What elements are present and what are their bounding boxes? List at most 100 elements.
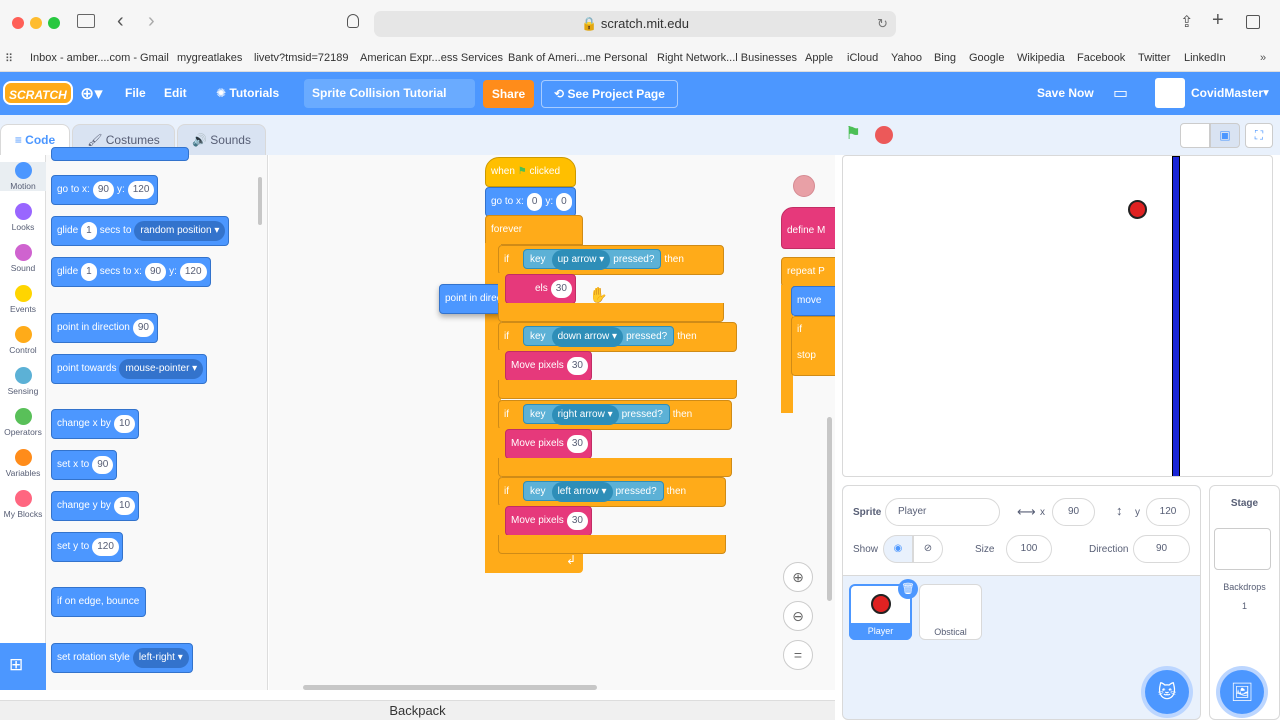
- block-input[interactable]: 0: [526, 193, 543, 211]
- key-dropdown[interactable]: down arrow ▾: [551, 327, 624, 347]
- bookmark-item[interactable]: Bing: [934, 52, 956, 64]
- username-menu[interactable]: CovidMaster: [1191, 72, 1263, 115]
- when-flag-clicked-block[interactable]: when ⚑ clicked: [485, 157, 576, 187]
- palette-bounce[interactable]: if on edge, bounce: [51, 587, 147, 617]
- move-pixels-block[interactable]: Move pixels 30: [505, 506, 592, 536]
- tutorials-button[interactable]: ✺ Tutorials: [216, 72, 279, 115]
- fullscreen-icon[interactable]: ⛶: [1245, 123, 1273, 148]
- user-avatar[interactable]: [1155, 78, 1185, 108]
- key-pressed-sensor[interactable]: key up arrow ▾ pressed?: [523, 249, 662, 270]
- block-input[interactable]: 120: [179, 263, 207, 281]
- category-sensing[interactable]: Sensing: [0, 367, 46, 396]
- maximize-window-button[interactable]: [48, 17, 60, 29]
- palette-glide-xy[interactable]: glide 1 secs to x: 90 y: 120: [51, 257, 211, 287]
- bookmark-item[interactable]: Wikipedia: [1017, 52, 1065, 64]
- key-pressed-sensor[interactable]: key down arrow ▾ pressed?: [523, 326, 675, 347]
- size-input[interactable]: 100: [1006, 535, 1052, 563]
- bookmark-item[interactable]: Right Network...l Businesses: [657, 52, 797, 64]
- player-sprite[interactable]: [1128, 200, 1147, 219]
- direction-input[interactable]: 90: [1133, 535, 1190, 563]
- bookmark-item[interactable]: LinkedIn: [1184, 52, 1226, 64]
- move-pixels-block[interactable]: Move pixels 30: [505, 351, 592, 381]
- if-key-pressed-block[interactable]: if key right arrow ▾ pressed? then: [498, 400, 732, 430]
- y-input[interactable]: 120: [1146, 498, 1190, 526]
- edit-menu[interactable]: Edit: [164, 72, 187, 115]
- backpack-bar[interactable]: Backpack: [0, 700, 835, 720]
- privacy-shield-icon[interactable]: [347, 14, 359, 28]
- share-button[interactable]: Share: [483, 80, 534, 108]
- define-block[interactable]: define M: [781, 207, 835, 249]
- category-looks[interactable]: Looks: [0, 203, 46, 232]
- block-input[interactable]: 1: [81, 263, 97, 281]
- if-key-pressed-block[interactable]: if key left arrow ▾ pressed? then: [498, 477, 726, 507]
- category-control[interactable]: Control: [0, 326, 46, 355]
- palette-scrollbar[interactable]: [258, 177, 262, 225]
- sprite-tile-obstical[interactable]: Obstical: [919, 584, 982, 640]
- forward-icon[interactable]: ›: [148, 10, 155, 33]
- block-input[interactable]: 30: [566, 357, 588, 375]
- bookmark-item[interactable]: Inbox - amber....com - Gmail: [30, 52, 169, 64]
- if-block-partial[interactable]: if stop: [791, 316, 835, 376]
- stage-canvas[interactable]: [842, 155, 1273, 477]
- block-input[interactable]: 10: [113, 497, 136, 515]
- if-key-pressed-block[interactable]: if key down arrow ▾ pressed? then: [498, 322, 737, 352]
- language-globe-icon[interactable]: ⊕▾: [80, 72, 103, 115]
- bookmark-item[interactable]: iCloud: [847, 52, 878, 64]
- tab-sounds[interactable]: 🔊 Sounds: [177, 124, 266, 155]
- grid-icon[interactable]: ⠿: [5, 52, 13, 65]
- block-input[interactable]: 1: [81, 222, 97, 240]
- bookmark-item[interactable]: Twitter: [1138, 52, 1170, 64]
- rotation-style-dropdown[interactable]: left-right ▾: [132, 648, 189, 668]
- share-icon[interactable]: ⇪: [1180, 12, 1193, 32]
- key-dropdown[interactable]: left arrow ▾: [551, 482, 613, 502]
- move-pixels-block[interactable]: els 30: [505, 274, 576, 304]
- x-input[interactable]: 90: [1052, 498, 1095, 526]
- block-input[interactable]: 90: [132, 319, 154, 337]
- add-extension-button[interactable]: ⊞: [0, 643, 46, 690]
- delete-sprite-trash-icon[interactable]: 🗑: [898, 579, 918, 599]
- zoom-in-button[interactable]: ⊕: [783, 562, 813, 592]
- code-workspace[interactable]: when ⚑ clicked go to x: 0 y: 0 forever ↲ po…: [269, 155, 835, 690]
- choose-backdrop-button[interactable]: 🖼: [1220, 670, 1264, 714]
- palette-goto-xy[interactable]: go to x: 90 y: 120: [51, 175, 159, 205]
- tab-overview-icon[interactable]: [1246, 15, 1260, 29]
- bookmark-item[interactable]: Apple: [805, 52, 833, 64]
- forever-block[interactable]: forever: [485, 215, 583, 245]
- block-input[interactable]: 30: [566, 512, 588, 530]
- workspace-horizontal-scrollbar[interactable]: [303, 685, 597, 690]
- block-input[interactable]: 10: [113, 415, 136, 433]
- back-icon[interactable]: ‹: [117, 10, 124, 33]
- if-key-pressed-block[interactable]: if key up arrow ▾ pressed? then: [498, 245, 724, 275]
- sprite-tile-player[interactable]: Player 🗑: [849, 579, 918, 640]
- key-dropdown[interactable]: right arrow ▾: [551, 405, 619, 425]
- palette-point-direction[interactable]: point in direction 90: [51, 313, 158, 343]
- category-my-blocks[interactable]: My Blocks: [0, 490, 46, 519]
- bookmark-item[interactable]: livetv?tmsid=72189: [254, 52, 348, 64]
- address-bar[interactable]: 🔒 scratch.mit.edu ↻: [374, 11, 896, 37]
- bookmark-item[interactable]: Yahoo: [891, 52, 922, 64]
- block-input[interactable]: 90: [92, 456, 114, 474]
- palette-glide-random[interactable]: glide 1 secs to random position ▾: [51, 216, 230, 246]
- key-dropdown[interactable]: up arrow ▾: [551, 250, 611, 270]
- key-pressed-sensor[interactable]: key right arrow ▾ pressed?: [523, 404, 670, 425]
- move-block-partial[interactable]: move: [791, 286, 835, 316]
- close-window-button[interactable]: [12, 17, 24, 29]
- block-input[interactable]: 30: [566, 435, 588, 453]
- reload-icon[interactable]: ↻: [877, 11, 888, 37]
- block-input[interactable]: 90: [144, 263, 167, 281]
- bookmark-item[interactable]: mygreatlakes: [177, 52, 242, 64]
- palette-set-x[interactable]: set x to 90: [51, 450, 118, 480]
- see-project-page-button[interactable]: ⟲ See Project Page: [541, 80, 678, 108]
- small-stage-button[interactable]: [1180, 123, 1210, 148]
- bookmark-item[interactable]: Facebook: [1077, 52, 1125, 64]
- category-operators[interactable]: Operators: [0, 408, 46, 437]
- show-visible-button[interactable]: ◉: [883, 535, 913, 563]
- stage-target-pane[interactable]: Stage Backdrops 1 🖼: [1209, 485, 1280, 720]
- file-menu[interactable]: File: [125, 72, 146, 115]
- minimize-window-button[interactable]: [30, 17, 42, 29]
- category-motion[interactable]: Motion: [0, 162, 46, 191]
- bookmark-item[interactable]: Bank of Ameri...me Personal: [508, 52, 647, 64]
- key-pressed-sensor[interactable]: key left arrow ▾ pressed?: [523, 481, 664, 502]
- sidebar-toggle-icon[interactable]: [77, 14, 95, 28]
- bookmark-item[interactable]: Google: [969, 52, 1004, 64]
